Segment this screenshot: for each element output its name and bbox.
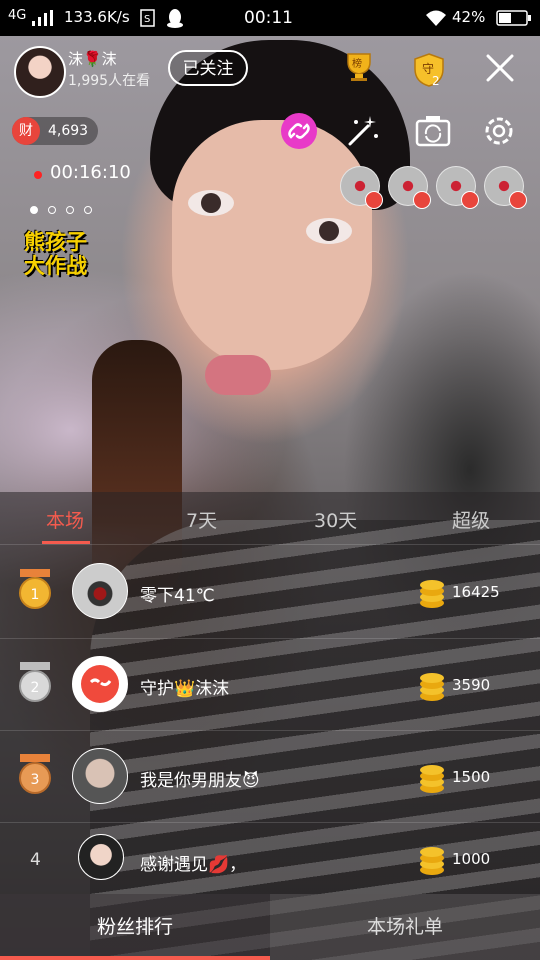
ranking-row[interactable]: 1 零下41℃ 16425: [0, 545, 540, 639]
qq-icon: [167, 9, 183, 28]
network-speed: 133.6K/s: [64, 8, 130, 26]
tab-this-session[interactable]: 本场: [46, 506, 84, 533]
fan-ranking-panel: 本场 7天 30天 超级 1 零下41℃ 16425 2 守护👑沫沫 3590 …: [0, 492, 540, 960]
bronze-medal-icon: 3: [19, 754, 51, 794]
fan-coins: 16425: [452, 583, 500, 601]
wealth-level[interactable]: 财 4,693: [12, 117, 99, 145]
rank-number: 3: [31, 772, 40, 788]
carousel-indicator: [30, 206, 92, 214]
silver-medal-icon: 2: [19, 662, 51, 702]
coin-icon: [420, 673, 444, 701]
trophy-icon[interactable]: 榜: [342, 52, 376, 82]
promo-line-1: 熊孩子: [24, 230, 87, 254]
active-tab-underline: [42, 541, 90, 544]
fan-name: 感谢遇见💋，: [140, 855, 247, 875]
promo-line-2: 大作战: [24, 254, 87, 278]
fan-avatar[interactable]: [78, 834, 124, 880]
sim-icon: S: [140, 9, 155, 27]
settings-icon[interactable]: [480, 112, 518, 150]
carousel-dot-active: [30, 206, 38, 214]
tab-fan-ranking[interactable]: 粉丝排行: [0, 894, 270, 960]
fan-name: 守护👑沫沫: [140, 679, 230, 699]
fan-name: 零下41℃: [140, 586, 215, 606]
fan-name: 我是你男朋友😈: [140, 771, 260, 791]
fan-avatar[interactable]: [72, 656, 128, 712]
rank-badge-label: 榜: [352, 57, 362, 70]
top-viewers-list: [340, 166, 527, 209]
status-bar: 4G 133.6K/s S 00:11 42%: [0, 0, 540, 36]
viewer-avatar[interactable]: [436, 166, 479, 209]
fan-coins: 1000: [452, 850, 491, 868]
viewer-avatar[interactable]: [340, 166, 383, 209]
video-background-eye: [188, 190, 234, 216]
carousel-dot: [66, 206, 74, 214]
live-timer: 00:16:10: [50, 162, 131, 183]
close-icon[interactable]: [484, 52, 516, 84]
promo-banner[interactable]: 熊孩子 大作战: [24, 230, 104, 278]
coin-icon: [420, 765, 444, 793]
ranking-tabs: 本场 7天 30天 超级: [0, 492, 540, 545]
gold-medal-icon: 1: [19, 569, 51, 609]
wealth-value: 4,693: [48, 123, 89, 139]
carousel-dot: [48, 206, 56, 214]
wifi-icon: [426, 10, 446, 26]
fan-avatar[interactable]: [72, 563, 128, 619]
wealth-badge: 财: [12, 117, 40, 145]
carousel-dot: [84, 206, 92, 214]
ranking-row[interactable]: 3 我是你男朋友😈 1500: [0, 730, 540, 823]
fan-avatar[interactable]: [72, 748, 128, 804]
rank-number: 1: [31, 587, 40, 603]
svg-text:S: S: [144, 14, 150, 25]
video-background-face: [172, 120, 372, 370]
signal-icon: [32, 10, 53, 26]
active-bottom-tab-indicator: [0, 956, 270, 960]
clock: 00:11: [244, 8, 293, 28]
smiley-avatar-icon: [81, 665, 119, 703]
battery-icon: [496, 10, 531, 26]
video-background-eye: [306, 218, 352, 244]
viewer-count: 1,995人在看: [68, 73, 151, 89]
guard-count: 2: [432, 74, 440, 88]
ranking-row[interactable]: 4 感谢遇见💋， 1000: [0, 822, 540, 894]
viewer-avatar[interactable]: [388, 166, 431, 209]
viewer-avatar[interactable]: [484, 166, 527, 209]
follow-button[interactable]: 已关注: [168, 50, 248, 86]
coin-icon: [420, 847, 444, 875]
link-icon[interactable]: [280, 112, 318, 150]
tab-30-days[interactable]: 30天: [314, 506, 357, 533]
network-type: 4G: [8, 8, 27, 23]
host-name: 沫🌹沫: [68, 50, 117, 68]
tab-gift-list[interactable]: 本场礼单: [270, 894, 540, 960]
coin-icon: [420, 580, 444, 608]
magic-wand-icon[interactable]: [344, 112, 382, 150]
tab-super[interactable]: 超级: [452, 506, 490, 533]
rank-number: 2: [31, 680, 40, 696]
recording-dot: [34, 171, 42, 179]
rank-number: 4: [30, 850, 41, 870]
tab-7-days[interactable]: 7天: [186, 506, 217, 533]
ranking-row[interactable]: 2 守护👑沫沫 3590: [0, 638, 540, 731]
shield-icon[interactable]: 守: [412, 52, 446, 88]
camera-switch-icon[interactable]: [414, 112, 452, 150]
bottom-tab-bar: 粉丝排行 本场礼单: [0, 894, 540, 960]
fan-coins: 3590: [452, 676, 491, 694]
fan-coins: 1500: [452, 768, 491, 786]
battery-percent: 42%: [452, 8, 486, 26]
video-background-lips: [205, 355, 271, 395]
host-avatar[interactable]: [14, 46, 66, 98]
